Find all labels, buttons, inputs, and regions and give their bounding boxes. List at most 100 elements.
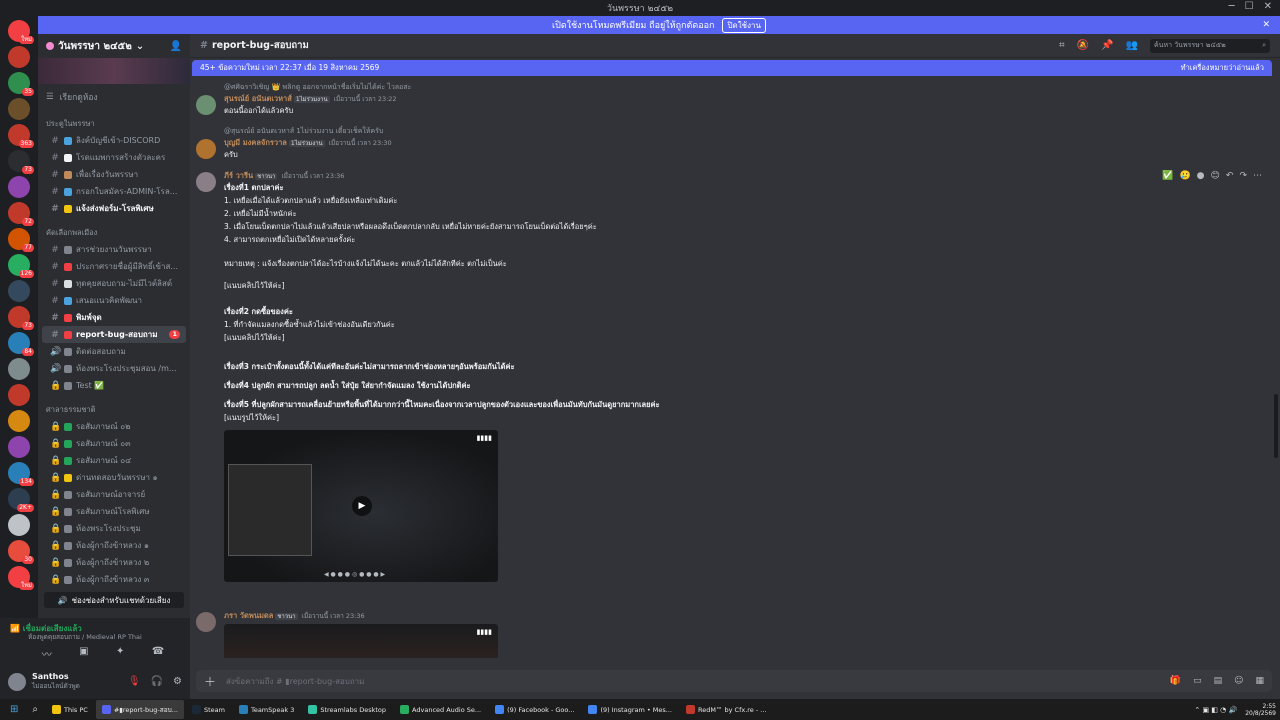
- channel-item[interactable]: 🔒 ด่านทดสอบวันพรรษา ๑: [42, 469, 186, 486]
- close-window-button[interactable]: ✕: [1264, 1, 1272, 12]
- channel-item[interactable]: 🔒 รอสัมภาษณ์ ๐๒: [42, 418, 186, 435]
- add-member-icon[interactable]: 👤: [170, 41, 182, 52]
- channel-item[interactable]: 🔒 ห้องผู้กาถึงข้าหลวง ๒: [42, 554, 186, 571]
- channel-item[interactable]: # สารช่วยงานวันพรรษา: [42, 241, 186, 258]
- channel-item[interactable]: # ลิงค์บัญชีเข้า-DISCORD: [42, 132, 186, 149]
- check-reaction-icon[interactable]: ✅: [1162, 171, 1173, 181]
- tray-icons[interactable]: ⌃ ▣ ◧ ◔ 🔊: [1194, 706, 1237, 714]
- server-icon[interactable]: 84: [8, 332, 34, 356]
- server-icon[interactable]: 73: [8, 306, 34, 330]
- server-icon[interactable]: 363: [8, 124, 34, 148]
- add-reaction-icon[interactable]: 😊: [1211, 171, 1220, 181]
- server-icon[interactable]: 35: [8, 72, 34, 96]
- channel-item[interactable]: 🔊 ห้องพระโรงประชุมสอน /m...: [42, 360, 186, 377]
- channel-item[interactable]: 🔒 รอสัมภาษณ์อาจารย์: [42, 486, 186, 503]
- deafen-icon[interactable]: 🎧: [151, 676, 163, 687]
- server-icon[interactable]: 2K+: [8, 488, 34, 512]
- channel-item[interactable]: 🔊 ติดต่อสอบถาม: [42, 343, 186, 360]
- avatar[interactable]: [196, 612, 216, 632]
- dot-reaction-icon[interactable]: ●: [1197, 171, 1205, 181]
- channel-item[interactable]: # โรดแมพการสร้างตัวละคร: [42, 149, 186, 166]
- channel-item[interactable]: 🔒 Test ✅: [42, 377, 186, 394]
- server-icon[interactable]: [8, 98, 30, 120]
- avatar[interactable]: [196, 139, 216, 159]
- search-icon[interactable]: ⌕: [26, 700, 44, 719]
- taskbar-item[interactable]: (9) Facebook - Goo...: [489, 700, 580, 719]
- taskbar-item[interactable]: RedM™ by Cfx.re - ...: [680, 700, 773, 719]
- server-icon[interactable]: [8, 46, 30, 68]
- banner-action-button[interactable]: ปิดใช้งาน: [722, 17, 766, 33]
- server-icon[interactable]: [8, 280, 30, 302]
- server-icon[interactable]: ใหม่: [8, 566, 34, 590]
- video-attachment[interactable]: ▶ ▮▮▮▮ ◀ ● ● ● ◎ ● ● ● ▶: [224, 430, 498, 582]
- taskbar-item[interactable]: #▮report-bug-สอบ...: [95, 700, 184, 719]
- channel-category[interactable]: ศาลาธรรมชาติ: [38, 394, 190, 418]
- search-input[interactable]: ค้นหา วันพรรษา ๒๔๕๒ ⌕: [1150, 38, 1270, 53]
- gift-icon[interactable]: 🎁: [1170, 676, 1181, 686]
- taskbar-item[interactable]: Streamlabs Desktop: [302, 700, 392, 719]
- mute-icon[interactable]: 🎙: [128, 676, 141, 687]
- activity-icon[interactable]: ✦: [116, 646, 124, 661]
- browse-channels[interactable]: ☰ เรียกดูห้อง: [38, 86, 190, 108]
- play-icon[interactable]: ▶: [352, 496, 372, 516]
- voice-channel-button[interactable]: 🔊 ช่องช่องสำหรับแชทด้วยเสียง: [44, 592, 184, 608]
- maximize-button[interactable]: ☐: [1245, 1, 1254, 12]
- channel-item[interactable]: 🔒 รอสัมภาษณ์ ๐๔: [42, 452, 186, 469]
- server-icon[interactable]: [8, 410, 30, 432]
- clock[interactable]: 2:55 20/8/2569: [1245, 703, 1276, 717]
- server-icon[interactable]: [8, 384, 30, 406]
- start-button[interactable]: ⊞: [4, 700, 24, 719]
- avatar[interactable]: [196, 95, 216, 115]
- channel-item[interactable]: # พิมพ์จุด: [42, 309, 186, 326]
- message-composer[interactable]: ＋ ส่งข้อความถึง # ▮report-bug-สอบถาม 🎁 ▭…: [196, 670, 1272, 692]
- server-icon[interactable]: [8, 176, 30, 198]
- new-messages-bar[interactable]: 45+ ข้อความใหม่ เวลา 22:37 เมื่อ 19 สิงห…: [192, 60, 1272, 76]
- channel-item[interactable]: 🔒 ห้องผู้กาถึงข้าหลวง ๑: [42, 537, 186, 554]
- guild-header[interactable]: วันพรรษา ๒๔๕๒ ⌄ 👤: [38, 34, 190, 58]
- avatar[interactable]: [8, 672, 26, 691]
- channel-item[interactable]: 🔒 รอสัมภาษณ์โรลพิเศษ: [42, 503, 186, 520]
- gear-icon[interactable]: ⚙: [173, 676, 182, 687]
- scrollbar[interactable]: [1274, 394, 1278, 458]
- taskbar-item[interactable]: (9) Instagram • Mes...: [582, 700, 678, 719]
- author-name[interactable]: บุญมี มงคลจักรวาล: [224, 138, 287, 147]
- author-name[interactable]: ภรา วัดพนมดล: [224, 611, 273, 620]
- channel-item[interactable]: 🔒 รอสัมภาษณ์ ๐๓: [42, 435, 186, 452]
- server-icon[interactable]: 30: [8, 540, 34, 564]
- banner-close-icon[interactable]: ✕: [1262, 20, 1270, 30]
- gif-icon[interactable]: ▭: [1193, 676, 1202, 686]
- members-icon[interactable]: 👥: [1126, 40, 1138, 51]
- channel-category[interactable]: ประตูในพรรษา: [38, 108, 190, 132]
- channel-item[interactable]: 🔒 ห้องผู้กาถึงข้าหลวง ๓: [42, 571, 186, 588]
- reply-icon[interactable]: ↶: [1226, 171, 1234, 181]
- server-icon[interactable]: [8, 514, 30, 536]
- server-icon[interactable]: [8, 436, 30, 458]
- taskbar-item[interactable]: This PC: [46, 700, 94, 719]
- notification-icon[interactable]: 🔕: [1077, 40, 1089, 51]
- server-icon[interactable]: 77: [8, 228, 34, 252]
- threads-icon[interactable]: ⌗: [1059, 40, 1065, 51]
- author-name[interactable]: ภีร์ วารีน: [224, 171, 253, 180]
- more-icon[interactable]: ⋯: [1253, 171, 1262, 181]
- emoji-icon[interactable]: ☺: [1234, 676, 1243, 686]
- channel-item[interactable]: # เพื่อเรื่องวันพรรษา: [42, 166, 186, 183]
- forward-icon[interactable]: ↷: [1239, 171, 1247, 181]
- taskbar-item[interactable]: Advanced Audio Se...: [394, 700, 487, 719]
- noise-suppression-icon[interactable]: 〰: [42, 646, 52, 661]
- pin-icon[interactable]: 📌: [1101, 40, 1113, 51]
- avatar[interactable]: [196, 172, 216, 192]
- channel-item[interactable]: # report-bug-สอบถาม 1: [42, 326, 186, 343]
- screen-share-icon[interactable]: ▣: [79, 646, 88, 661]
- channel-item[interactable]: # แจ้งส่งฟอร์ม-โรลพิเศษ: [42, 200, 186, 217]
- taskbar-item[interactable]: TeamSpeak 3: [233, 700, 300, 719]
- reply-preview[interactable]: @ศศิฉราวิเชิญ 👑 พลิกตู ออกจากหน้าชื่อเริ…: [224, 82, 411, 93]
- channel-item[interactable]: 🔒 ห้องพระโรงประชุม: [42, 520, 186, 537]
- minimize-button[interactable]: ─: [1229, 1, 1235, 12]
- reply-preview[interactable]: @สุนรณ์ย์ อนันตเวหาส์ 1ไม่ร่วมงาน เดี๋ยว…: [224, 126, 383, 137]
- sticker-icon[interactable]: ▤: [1214, 676, 1223, 686]
- channel-item[interactable]: # เสนอแนวคิดพัฒนา: [42, 292, 186, 309]
- channel-item[interactable]: # ทุดคุยสอบถาม-ไม่มีไวต์ลิสต์: [42, 275, 186, 292]
- attach-plus-icon[interactable]: ＋: [204, 673, 216, 690]
- server-icon[interactable]: 126: [8, 254, 34, 278]
- channel-item[interactable]: # กรอกใบสมัคร-ADMIN-โรล...: [42, 183, 186, 200]
